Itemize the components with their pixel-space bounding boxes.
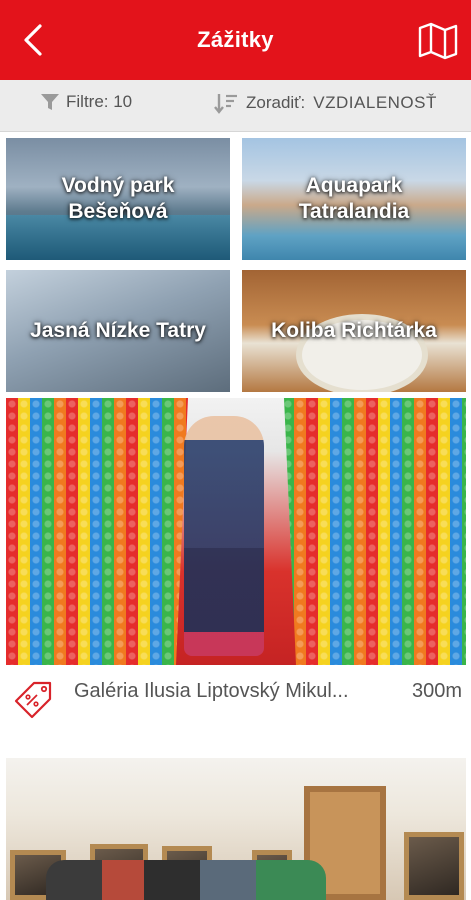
tile-label: Vodný park Bešeňová xyxy=(61,174,175,223)
sort-value: VZDIALENOSŤ xyxy=(313,93,437,112)
filter-icon xyxy=(41,94,59,110)
list-item[interactable]: Galéria Ilusia Liptovský Mikul... 300m xyxy=(6,398,466,754)
tile-label: Koliba Richtárka xyxy=(271,319,437,342)
sort-label: Zoradiť: xyxy=(246,93,306,112)
sort-icon xyxy=(214,94,237,114)
distance-label: 300m xyxy=(411,680,462,702)
map-icon[interactable] xyxy=(417,22,459,60)
list-item[interactable] xyxy=(6,758,466,900)
place-name: Galéria Ilusia Liptovský Mikul... xyxy=(74,680,349,702)
tile-koliba-richtarka[interactable]: Koliba Richtárka xyxy=(242,270,466,392)
tile-label: Jasná Nízke Tatry xyxy=(30,319,206,342)
tile-vodny-park-besenova[interactable]: Vodný park Bešeňová xyxy=(6,138,230,260)
page-title: Zážitky xyxy=(197,27,274,52)
filter-bar: Filtre: 10 Zoradiť: VZDIALENOSŤ xyxy=(0,80,471,132)
discount-tag-icon xyxy=(14,681,52,719)
card-info-row: Galéria Ilusia Liptovský Mikul... 300m xyxy=(6,665,466,721)
card-image xyxy=(6,758,466,900)
filter-label: Filtre: 10 xyxy=(66,92,133,111)
tile-aquapark-tatralandia[interactable]: Aquapark Tatralandia xyxy=(242,138,466,260)
tile-jasna-nizke-tatry[interactable]: Jasná Nízke Tatry xyxy=(6,270,230,392)
sort-button[interactable]: Zoradiť: VZDIALENOSŤ xyxy=(214,92,437,114)
tile-label: Aquapark Tatralandia xyxy=(298,174,410,223)
card-image xyxy=(6,398,466,665)
filter-button[interactable]: Filtre: 10 xyxy=(40,92,132,112)
back-chevron-icon[interactable] xyxy=(14,20,54,60)
app-bar: Zážitky xyxy=(0,0,471,80)
